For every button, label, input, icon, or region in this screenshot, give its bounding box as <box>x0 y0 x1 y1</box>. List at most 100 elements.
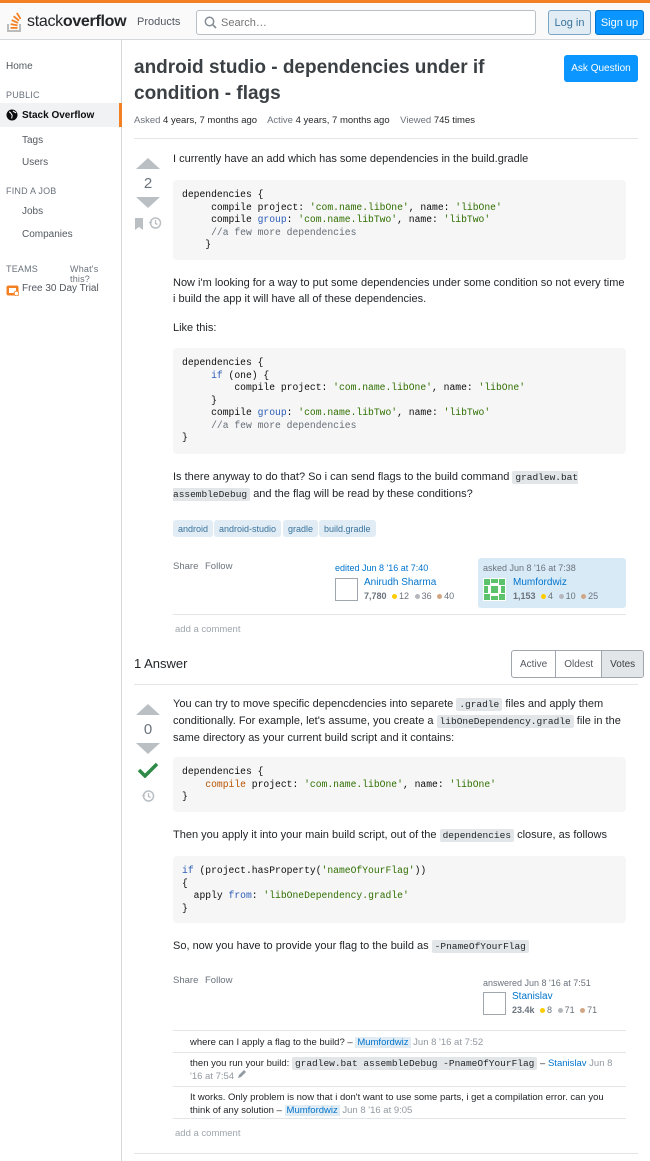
tag-android[interactable]: android <box>173 520 214 537</box>
gold-badge-icon <box>540 1007 546 1013</box>
question-vote-column: 2 <box>133 158 163 233</box>
viewed-value: 745 times <box>433 115 475 126</box>
answerer-reputation: 23.4k 8 71 71 <box>512 1005 597 1015</box>
upvote-arrow-icon[interactable] <box>136 704 160 715</box>
editor-gold: 12 <box>399 591 410 601</box>
a2-text-b: closure, as follows <box>517 829 607 841</box>
editor-avatar[interactable] <box>335 578 358 601</box>
comment-user-link[interactable]: Mumfordwiz <box>355 1037 411 1048</box>
asked-timestamp: asked Jun 8 '16 at 7:38 <box>483 563 576 573</box>
asker-name[interactable]: Mumfordwiz <box>513 577 567 588</box>
gold-badge-icon <box>541 593 547 599</box>
search-input[interactable] <box>221 16 535 29</box>
comment-user-link[interactable]: Stanislav <box>548 1058 587 1069</box>
products-menu[interactable]: Products <box>137 16 180 28</box>
upvote-arrow-icon[interactable] <box>136 158 160 169</box>
editor-card: edited Jun 8 '16 at 7:40 Anirudh Sharma … <box>335 563 470 601</box>
pencil-edit-icon <box>237 1070 246 1078</box>
silver-badge-icon <box>414 593 420 599</box>
downvote-arrow-icon[interactable] <box>136 743 160 754</box>
search-box[interactable] <box>196 10 536 35</box>
nav-jobs[interactable]: Jobs <box>22 206 43 217</box>
comment-item: where can I apply a flag to the build? –… <box>190 1036 620 1049</box>
silver-badge-icon <box>558 593 564 599</box>
viewed-label: Viewed <box>400 115 432 126</box>
nav-users[interactable]: Users <box>22 157 48 168</box>
p4-text-a: Is there anyway to do that? So i can sen… <box>173 471 510 483</box>
editor-name[interactable]: Anirudh Sharma <box>364 577 436 588</box>
active-label: Active <box>267 115 293 126</box>
a2-text-a: Then you apply it into your main build s… <box>173 829 437 841</box>
teams-whats-this-link[interactable]: What's this? <box>70 264 121 284</box>
bronze-badge-icon <box>581 593 587 599</box>
bookmark-icon[interactable] <box>134 218 144 230</box>
sort-oldest-tab[interactable]: Oldest <box>556 651 603 677</box>
nav-heading-teams: TEAMS <box>6 264 39 274</box>
accepted-checkmark-icon <box>137 762 159 779</box>
question-add-comment-link[interactable]: add a comment <box>175 624 240 635</box>
editor-bronze: 40 <box>444 591 455 601</box>
left-sidebar: Home PUBLIC Stack Overflow Tags Users FI… <box>0 40 122 1161</box>
a1-inline-code-2: libOneDependency.gradle <box>436 715 574 728</box>
question-paragraph-2: Now i'm looking for a way to put some de… <box>173 277 625 305</box>
asker-bronze: 25 <box>588 591 599 601</box>
site-logo[interactable]: stackoverflow <box>6 8 127 36</box>
signup-button[interactable]: Sign up <box>595 10 644 35</box>
comment-date[interactable]: Jun 8 '16 at 9:05 <box>342 1105 412 1116</box>
nav-free-trial[interactable]: Free 30 Day Trial <box>22 283 99 294</box>
asked-label: Asked <box>134 115 161 126</box>
divider <box>134 1153 638 1154</box>
top-bar: stackoverflow Products Log in Sign up <box>0 0 650 40</box>
nav-home[interactable]: Home <box>6 61 33 72</box>
edited-timestamp[interactable]: edited Jun 8 '16 at 7:40 <box>335 563 470 573</box>
silver-badge-icon <box>557 1007 563 1013</box>
sort-active-tab[interactable]: Active <box>512 651 557 677</box>
a2-inline-code: dependencies <box>439 829 515 842</box>
question-title[interactable]: android studio - dependencies under if c… <box>134 55 534 107</box>
question-share-link[interactable]: Share <box>173 561 198 572</box>
asker-reputation: 1,153 4 10 25 <box>513 591 598 601</box>
nav-tags[interactable]: Tags <box>22 135 43 146</box>
editor-silver: 36 <box>421 591 432 601</box>
answerer-rep: 23.4k <box>512 1005 535 1015</box>
tag-build-gradle[interactable]: build.gradle <box>319 520 376 537</box>
answer-paragraph-2: Then you apply it into your main build s… <box>173 827 628 844</box>
briefcase-icon <box>6 285 19 296</box>
question-paragraph-3: Like this: <box>173 322 217 334</box>
gold-badge-icon <box>392 593 398 599</box>
comment-text: then you run your build: <box>190 1058 290 1069</box>
answerer-avatar[interactable] <box>483 992 506 1015</box>
ask-question-button[interactable]: Ask Question <box>564 55 638 82</box>
tag-gradle[interactable]: gradle <box>283 520 319 537</box>
comment-divider <box>173 1052 626 1053</box>
a1-text-a: You can try to move specific depencdenci… <box>173 698 454 710</box>
sort-votes-tab[interactable]: Votes <box>602 651 644 677</box>
answers-count-heading: 1 Answer <box>134 656 188 671</box>
comment-text: where can I apply a flag to the build? – <box>190 1037 353 1048</box>
answer-follow-link[interactable]: Follow <box>205 975 232 986</box>
comment-date[interactable]: Jun 8 '16 at 7:52 <box>413 1037 483 1048</box>
bronze-badge-icon <box>580 1007 586 1013</box>
tag-android-studio[interactable]: android-studio <box>214 520 282 537</box>
history-icon[interactable] <box>148 216 162 230</box>
nav-companies[interactable]: Companies <box>22 229 73 240</box>
downvote-arrow-icon[interactable] <box>136 197 160 208</box>
answer-sort-tabs: Active Oldest Votes <box>511 650 645 678</box>
comment-item: It works. Only problem is now that i don… <box>190 1091 620 1117</box>
comment-user-link[interactable]: Mumfordwiz <box>284 1105 340 1116</box>
login-button[interactable]: Log in <box>548 10 591 35</box>
a1-inline-code-1: .gradle <box>456 698 503 711</box>
answer-share-link[interactable]: Share <box>173 975 198 986</box>
answerer-card: answered Jun 8 '16 at 7:51 Stanislav 23.… <box>483 978 628 1015</box>
asker-avatar[interactable] <box>483 578 506 601</box>
question-meta: Asked 4 years, 7 months ago Active 4 yea… <box>134 115 475 126</box>
nav-stack-overflow-label: Stack Overflow <box>22 110 95 121</box>
active-value[interactable]: 4 years, 7 months ago <box>296 115 390 126</box>
answerer-name[interactable]: Stanislav <box>512 991 553 1002</box>
question-code-block-1: dependencies { compile project: 'com.nam… <box>173 180 626 260</box>
answer-add-comment-link[interactable]: add a comment <box>175 1128 240 1139</box>
history-icon[interactable] <box>141 789 155 803</box>
answered-timestamp: answered Jun 8 '16 at 7:51 <box>483 978 591 988</box>
question-follow-link[interactable]: Follow <box>205 561 232 572</box>
search-icon <box>204 16 217 29</box>
